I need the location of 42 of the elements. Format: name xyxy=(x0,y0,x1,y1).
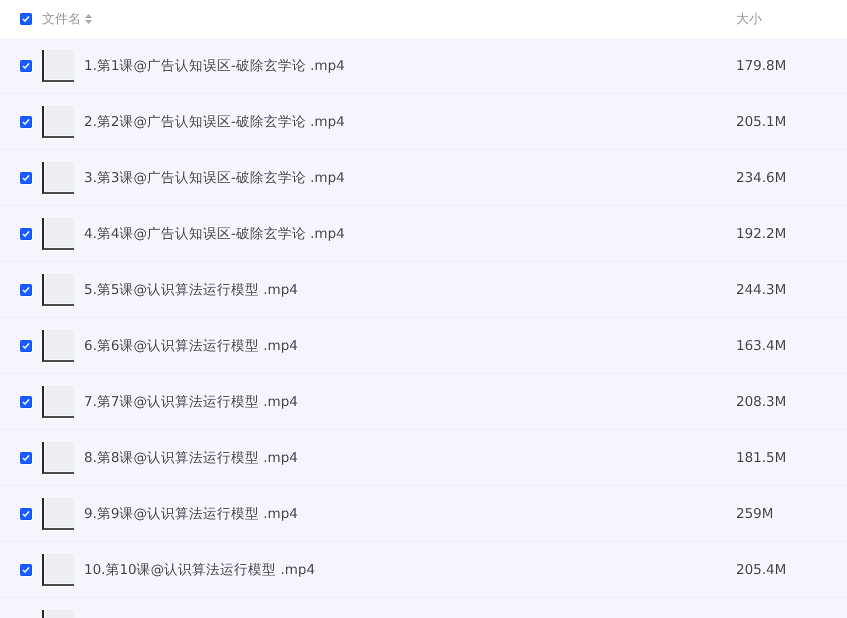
video-thumbnail xyxy=(42,50,74,82)
file-size: 208.3M xyxy=(736,394,788,410)
file-size: 244.3M xyxy=(736,282,788,298)
file-size: 163.4M xyxy=(736,338,788,354)
checkbox[interactable] xyxy=(20,564,32,576)
file-name[interactable]: 8.第8课@认识算法运行模型 .mp4 xyxy=(84,448,298,466)
file-name[interactable]: 2.第2课@广告认知误区-破除玄学论 .mp4 xyxy=(84,112,345,130)
checkbox[interactable] xyxy=(20,284,32,296)
file-name[interactable]: 3.第3课@广告认知误区-破除玄学论 .mp4 xyxy=(84,168,345,186)
checkbox[interactable] xyxy=(20,396,32,408)
checkbox[interactable] xyxy=(20,172,32,184)
file-name[interactable]: 1.第1课@广告认知误区-破除玄学论 .mp4 xyxy=(84,56,345,74)
checkbox[interactable] xyxy=(20,116,32,128)
file-name[interactable]: 6.第6课@认识算法运行模型 .mp4 xyxy=(84,336,298,354)
file-size: 205.1M xyxy=(736,114,788,130)
file-size: 205.4M xyxy=(736,562,788,578)
video-thumbnail xyxy=(42,386,74,418)
video-thumbnail xyxy=(42,554,74,586)
file-size: 259M xyxy=(736,506,774,522)
video-thumbnail xyxy=(42,106,74,138)
file-name[interactable]: 10.第10课@认识算法运行模型 .mp4 xyxy=(84,560,316,578)
file-size: 234.6M xyxy=(736,170,788,186)
video-thumbnail xyxy=(42,274,74,306)
video-thumbnail xyxy=(42,162,74,194)
file-size: 179.8M xyxy=(736,58,788,74)
video-thumbnail xyxy=(42,442,74,474)
video-thumbnail xyxy=(42,218,74,250)
checkbox[interactable] xyxy=(20,508,32,520)
file-name[interactable]: 5.第5课@认识算法运行模型 .mp4 xyxy=(84,280,298,298)
file-name[interactable]: 7.第7课@认识算法运行模型 .mp4 xyxy=(84,392,298,410)
checkbox[interactable] xyxy=(20,452,32,464)
file-name[interactable]: 9.第9课@认识算法运行模型 .mp4 xyxy=(84,504,298,522)
column-header: 大小 xyxy=(736,11,763,28)
video-thumbnail xyxy=(42,330,74,362)
video-thumbnail xyxy=(42,498,74,530)
file-size: 181.5M xyxy=(736,450,788,466)
file-name[interactable]: 4.第4课@广告认知误区-破除玄学论 .mp4 xyxy=(84,224,345,242)
checkbox[interactable] xyxy=(20,340,32,352)
file-size: 192.2M xyxy=(736,226,788,242)
checkbox[interactable] xyxy=(20,13,32,25)
checkbox[interactable] xyxy=(20,228,32,240)
checkbox[interactable] xyxy=(20,60,32,72)
